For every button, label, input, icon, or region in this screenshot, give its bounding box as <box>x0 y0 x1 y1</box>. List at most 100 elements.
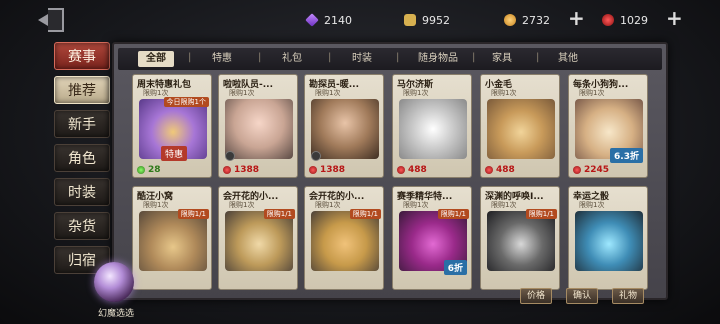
card-limit: 限购1次 <box>229 201 255 209</box>
price-value: 488 <box>496 165 515 175</box>
card-limit: 限购1次 <box>579 201 605 209</box>
filter-qita[interactable]: 其他 <box>550 51 586 67</box>
flower-ornament-image <box>225 211 293 271</box>
price-value: 488 <box>408 165 427 175</box>
filter-separator: | <box>258 52 262 63</box>
filter-suishen[interactable]: 随身物品 <box>410 51 466 67</box>
limit-ribbon: 今日限购1个 <box>163 97 209 107</box>
filter-separator: | <box>396 52 400 63</box>
filter-all[interactable]: 全部 <box>138 51 174 67</box>
filter-libao[interactable]: 礼包 <box>274 51 310 67</box>
tab-saishi[interactable]: 赛事 <box>54 42 110 70</box>
price-sort-button[interactable]: 价格 <box>520 288 553 304</box>
pet-golden-image <box>487 99 555 159</box>
sidebar: 赛事 推荐 新手 角色 时装 杂货 归宿 <box>54 42 112 280</box>
gold-coin-icon <box>504 14 516 26</box>
card-limit: 限购1次 <box>403 89 429 97</box>
currency-value: 9952 <box>422 13 450 27</box>
shop-card[interactable]: 周末特惠礼包 限购1次 今日限购1个 特惠 28 <box>132 74 212 178</box>
red-gem-icon <box>309 166 317 174</box>
lucky-dice-image <box>575 211 643 271</box>
card-limit: 限购1次 <box>579 89 605 97</box>
currency-puzzle: 9952 <box>404 10 450 30</box>
card-price: 1388 <box>309 165 345 175</box>
shop-card[interactable]: 啦啦队员-... 限购1次 1388 <box>218 74 298 178</box>
filter-shizhuang[interactable]: 时装 <box>344 51 380 67</box>
shop-card[interactable]: 会开花的小... 限购1次 限购1/1 <box>304 186 384 290</box>
card-price: 488 <box>485 165 515 175</box>
shop-card[interactable]: 勘探员-暖... 限购1次 1388 <box>304 74 384 178</box>
card-price: 28 <box>137 165 161 175</box>
top-bar: 2140 9952 2732 + 1029 + <box>0 0 720 40</box>
flower-ornament-image <box>311 211 379 271</box>
filter-separator: | <box>328 52 332 63</box>
orb-label: 幻魔选选 <box>97 309 134 319</box>
filter-separator: | <box>536 52 540 63</box>
currency-value: 1029 <box>620 13 648 27</box>
currency-red: 1029 <box>602 10 648 30</box>
discount-badge: 6.3折 <box>610 148 643 163</box>
pet-maltese-image <box>399 99 467 159</box>
shop-card[interactable]: 马尔济斯 限购1次 488 <box>392 74 472 178</box>
red-gem-icon <box>573 166 581 174</box>
price-value: 2245 <box>584 165 610 175</box>
filter-separator: | <box>472 52 476 63</box>
card-price: 1388 <box>223 165 259 175</box>
limit-ribbon: 限购1/1 <box>349 209 381 219</box>
limit-ribbon: 限购1/1 <box>525 209 557 219</box>
tab-zahuo[interactable]: 杂货 <box>54 212 110 240</box>
card-limit: 限购1次 <box>315 201 341 209</box>
currency-value: 2732 <box>522 13 550 27</box>
dog-bed-image <box>139 211 207 271</box>
abyss-emblem-image <box>487 211 555 271</box>
limit-ribbon: 限购1/1 <box>437 209 469 219</box>
sale-tag: 特惠 <box>161 146 188 161</box>
confirm-button[interactable]: 确认 <box>566 288 599 304</box>
price-value: 28 <box>148 165 161 175</box>
price-value: 1388 <box>234 165 260 175</box>
green-coin-icon <box>137 166 145 174</box>
shop-card[interactable]: 每条小狗狗... 限购1次 6.3折 2245 <box>568 74 648 178</box>
filter-tehui[interactable]: 特惠 <box>204 51 240 67</box>
red-gem-icon <box>223 166 231 174</box>
card-limit: 限购1次 <box>315 89 341 97</box>
add-coin-button[interactable]: + <box>568 8 585 28</box>
currency-purple: 2140 <box>305 10 352 30</box>
limit-ribbon: 限购1/1 <box>263 209 295 219</box>
currency-value: 2140 <box>324 13 352 27</box>
shop-card[interactable]: 酷汪小窝 限购1次 限购1/1 <box>132 186 212 290</box>
currency-coin: 2732 <box>504 10 550 30</box>
tab-xinshou[interactable]: 新手 <box>54 110 110 138</box>
card-price: 2245 <box>573 165 609 175</box>
filter-jiaju[interactable]: 家具 <box>484 51 520 67</box>
tab-juese[interactable]: 角色 <box>54 144 110 172</box>
puzzle-icon <box>404 14 416 26</box>
add-red-gem-button[interactable]: + <box>666 8 683 28</box>
filter-bar: 全部 | 特惠 | 礼包 | 时装 | 随身物品 | 家具 | 其他 <box>118 48 662 70</box>
purple-gem-icon <box>305 13 319 27</box>
exit-door-icon[interactable] <box>38 6 68 34</box>
limit-ribbon: 限购1/1 <box>177 209 209 219</box>
card-limit: 限购1次 <box>491 89 517 97</box>
gift-button[interactable]: 礼物 <box>612 288 645 304</box>
card-limit: 限购1次 <box>491 201 517 209</box>
discount-badge: 6折 <box>443 260 467 275</box>
lock-icon <box>311 151 321 161</box>
red-gem-icon <box>397 166 405 174</box>
shop-card[interactable]: 幸运之骰 限购1次 <box>568 186 648 290</box>
character-portrait-image <box>225 99 293 159</box>
shop-panel: 全部 | 特惠 | 礼包 | 时装 | 随身物品 | 家具 | 其他 周末特惠礼… <box>112 42 668 300</box>
price-value: 1388 <box>320 165 346 175</box>
shop-card[interactable]: 深渊的呼唤I... 限购1次 限购1/1 <box>480 186 560 290</box>
red-gem-icon <box>485 166 493 174</box>
lock-icon <box>225 151 235 161</box>
magic-orb-button[interactable] <box>94 262 134 302</box>
card-limit: 限购1次 <box>403 201 429 209</box>
card-limit: 限购1次 <box>143 201 169 209</box>
shop-card[interactable]: 赛季精华特... 限购1次 限购1/1 6折 <box>392 186 472 290</box>
shop-card[interactable]: 会开花的小... 限购1次 限购1/1 <box>218 186 298 290</box>
tab-shizhuang[interactable]: 时装 <box>54 178 110 206</box>
tab-tuijian[interactable]: 推荐 <box>54 76 110 104</box>
card-price: 488 <box>397 165 427 175</box>
shop-card[interactable]: 小金毛 限购1次 488 <box>480 74 560 178</box>
